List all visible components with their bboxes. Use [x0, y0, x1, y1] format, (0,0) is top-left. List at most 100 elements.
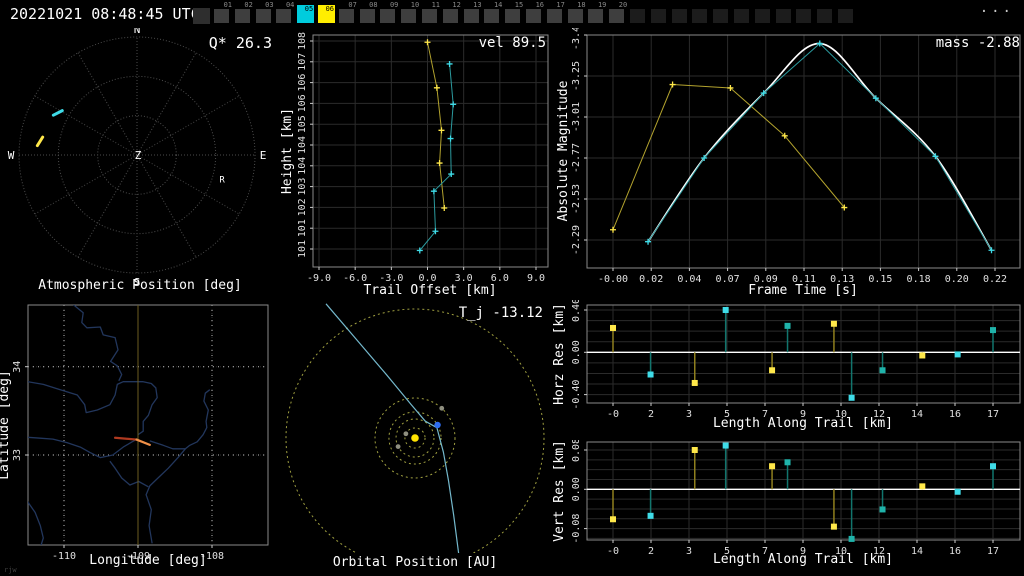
frame-slot-box[interactable]	[692, 9, 708, 23]
residual-marker	[610, 516, 616, 523]
frame-slot-18[interactable]: 18	[567, 1, 587, 27]
frame-slot-03[interactable]: 03	[255, 1, 275, 27]
frame-slot-box[interactable]	[442, 9, 458, 23]
frame-slot-empty[interactable]	[733, 1, 753, 27]
frame-slot-box[interactable]	[713, 9, 729, 23]
y-tick-label: -3.49	[571, 28, 582, 50]
frame-slot-08[interactable]: 08	[359, 1, 379, 27]
frame-slot-09[interactable]: 09	[379, 1, 399, 27]
frame-slot-box[interactable]	[380, 9, 396, 23]
data-marker	[438, 127, 445, 134]
x-tick-label: 17	[987, 546, 999, 557]
frame-slot-06[interactable]: 06	[317, 1, 337, 27]
frame-slot-number: 07	[348, 1, 357, 9]
frame-slot-box[interactable]	[817, 9, 833, 23]
frame-slot-number: 09	[389, 1, 399, 9]
frame-slot-empty[interactable]	[691, 1, 711, 27]
frame-slot-box[interactable]	[422, 9, 437, 23]
frame-slot-16[interactable]: 16	[525, 1, 545, 27]
magnitude-station-yellow	[610, 81, 848, 233]
y-tick-label: 102	[297, 198, 308, 216]
frame-slot-11[interactable]: 11	[421, 1, 441, 27]
frame-slot-empty[interactable]	[775, 1, 795, 27]
panel-orbital-position: T_j -13.12 Orbital Position [AU]	[285, 303, 545, 570]
frame-slot-empty[interactable]	[650, 1, 670, 27]
frame-slot-10[interactable]: 10	[400, 1, 420, 27]
frame-slot-empty[interactable]	[816, 1, 836, 27]
frame-slot-empty[interactable]	[754, 1, 774, 27]
overflow-menu-icon[interactable]: ···	[980, 4, 1014, 20]
frame-slot-number: 03	[265, 1, 274, 9]
y-tick-label: 33	[12, 449, 23, 461]
frame-slot-15[interactable]: 15	[504, 1, 524, 27]
frame-slot-box[interactable]	[671, 9, 687, 23]
frame-slot-box[interactable]	[754, 9, 770, 23]
residual-marker	[691, 379, 698, 386]
data-marker	[610, 226, 616, 233]
frame-slot-box[interactable]	[775, 9, 791, 23]
frame-slot-box[interactable]	[630, 9, 645, 23]
frame-slot-box[interactable]	[359, 9, 375, 23]
frame-slot-box[interactable]	[734, 9, 749, 23]
frame-slot-box[interactable]	[234, 9, 250, 23]
map-content	[28, 305, 211, 545]
frame-slot-empty[interactable]	[795, 1, 815, 27]
frame-slot-box[interactable]	[276, 9, 292, 23]
frame-slot-04[interactable]: 04	[275, 1, 295, 27]
frame-slot-07[interactable]: 07	[338, 1, 358, 27]
x-axis-title: Trail Offset [km]	[363, 283, 496, 298]
frame-slot-box[interactable]	[193, 8, 210, 24]
frame-slot-19[interactable]: 19	[587, 1, 607, 27]
residual-marker	[879, 506, 886, 513]
frame-slot-box[interactable]	[796, 9, 812, 23]
frame-slot-box[interactable]	[838, 9, 853, 23]
frame-slot-01[interactable]: 01	[213, 1, 233, 27]
horz-res-axes: -0 2 3 5 7 9 10 12 14 16 170.400.00-0.40	[571, 300, 1021, 420]
x-tick-label: 2	[648, 409, 654, 420]
frame-slot-box[interactable]	[609, 9, 625, 23]
residual-marker	[879, 367, 886, 374]
frame-slot-17[interactable]: 17	[546, 1, 566, 27]
frame-slot-box[interactable]	[546, 9, 562, 23]
data-marker	[433, 84, 440, 91]
panel-ground-track-map: -110 -109 -1083433Longitude [deg]Latitude …	[0, 304, 269, 568]
frame-slot-box[interactable]	[505, 9, 521, 23]
frame-slot-box[interactable]	[588, 9, 604, 23]
frame-slot-box[interactable]	[338, 9, 354, 23]
x-tick-label: -9.0	[307, 273, 331, 284]
frame-slot-02[interactable]: 02	[234, 1, 254, 27]
frame-slot-empty[interactable]	[629, 1, 649, 27]
x-tick-label: -0	[607, 546, 619, 557]
frame-slot-box[interactable]	[650, 9, 666, 23]
panel-vert-residuals: -0 2 3 5 7 9 10 12 14 16 170.080.00-0.08Length Alo…	[552, 440, 1021, 567]
magnitude-badge: mass -2.88	[936, 35, 1020, 51]
panel-horz-residuals: -0 2 3 5 7 9 10 12 14 16 170.400.00-0.40Length Alo…	[552, 300, 1021, 431]
frame-slot-box[interactable]	[484, 9, 500, 23]
frame-slot-box[interactable]	[214, 9, 229, 23]
river-line	[28, 501, 44, 545]
frame-slot-box[interactable]	[401, 9, 417, 23]
frame-slot-box[interactable]	[255, 9, 271, 23]
frame-slot-box[interactable]	[567, 9, 583, 23]
frame-slot-13[interactable]: 13	[463, 1, 483, 27]
y-tick-label: 0.00	[571, 477, 582, 501]
frame-slot-empty[interactable]	[837, 1, 857, 27]
frame-slot-box[interactable]	[526, 9, 541, 23]
frame-slot-05[interactable]: 05	[296, 1, 316, 27]
frame-slot-empty[interactable]	[671, 1, 691, 27]
y-tick-label: 107	[297, 53, 308, 71]
x-tick-label: 0.22	[983, 274, 1007, 285]
frame-slot-box[interactable]	[463, 9, 479, 23]
x-tick-label: 3	[686, 546, 692, 557]
frame-slot-empty[interactable]	[712, 1, 732, 27]
frame-slot-lead[interactable]	[192, 1, 212, 27]
frame-slot-number: 17	[556, 1, 565, 9]
residual-marker	[919, 483, 926, 490]
frame-slot-12[interactable]: 12	[442, 1, 462, 27]
frame-slot-14[interactable]: 14	[483, 1, 503, 27]
panel-atmospheric-position: NSEW ZRQ* 26.3Atmospheric Position [deg]	[8, 28, 272, 293]
frame-slot-number: 12	[452, 1, 461, 9]
frame-slot-20[interactable]: 20	[608, 1, 628, 27]
residual-marker	[784, 322, 791, 329]
y-axis-title: Vert Res [km]	[552, 440, 567, 542]
